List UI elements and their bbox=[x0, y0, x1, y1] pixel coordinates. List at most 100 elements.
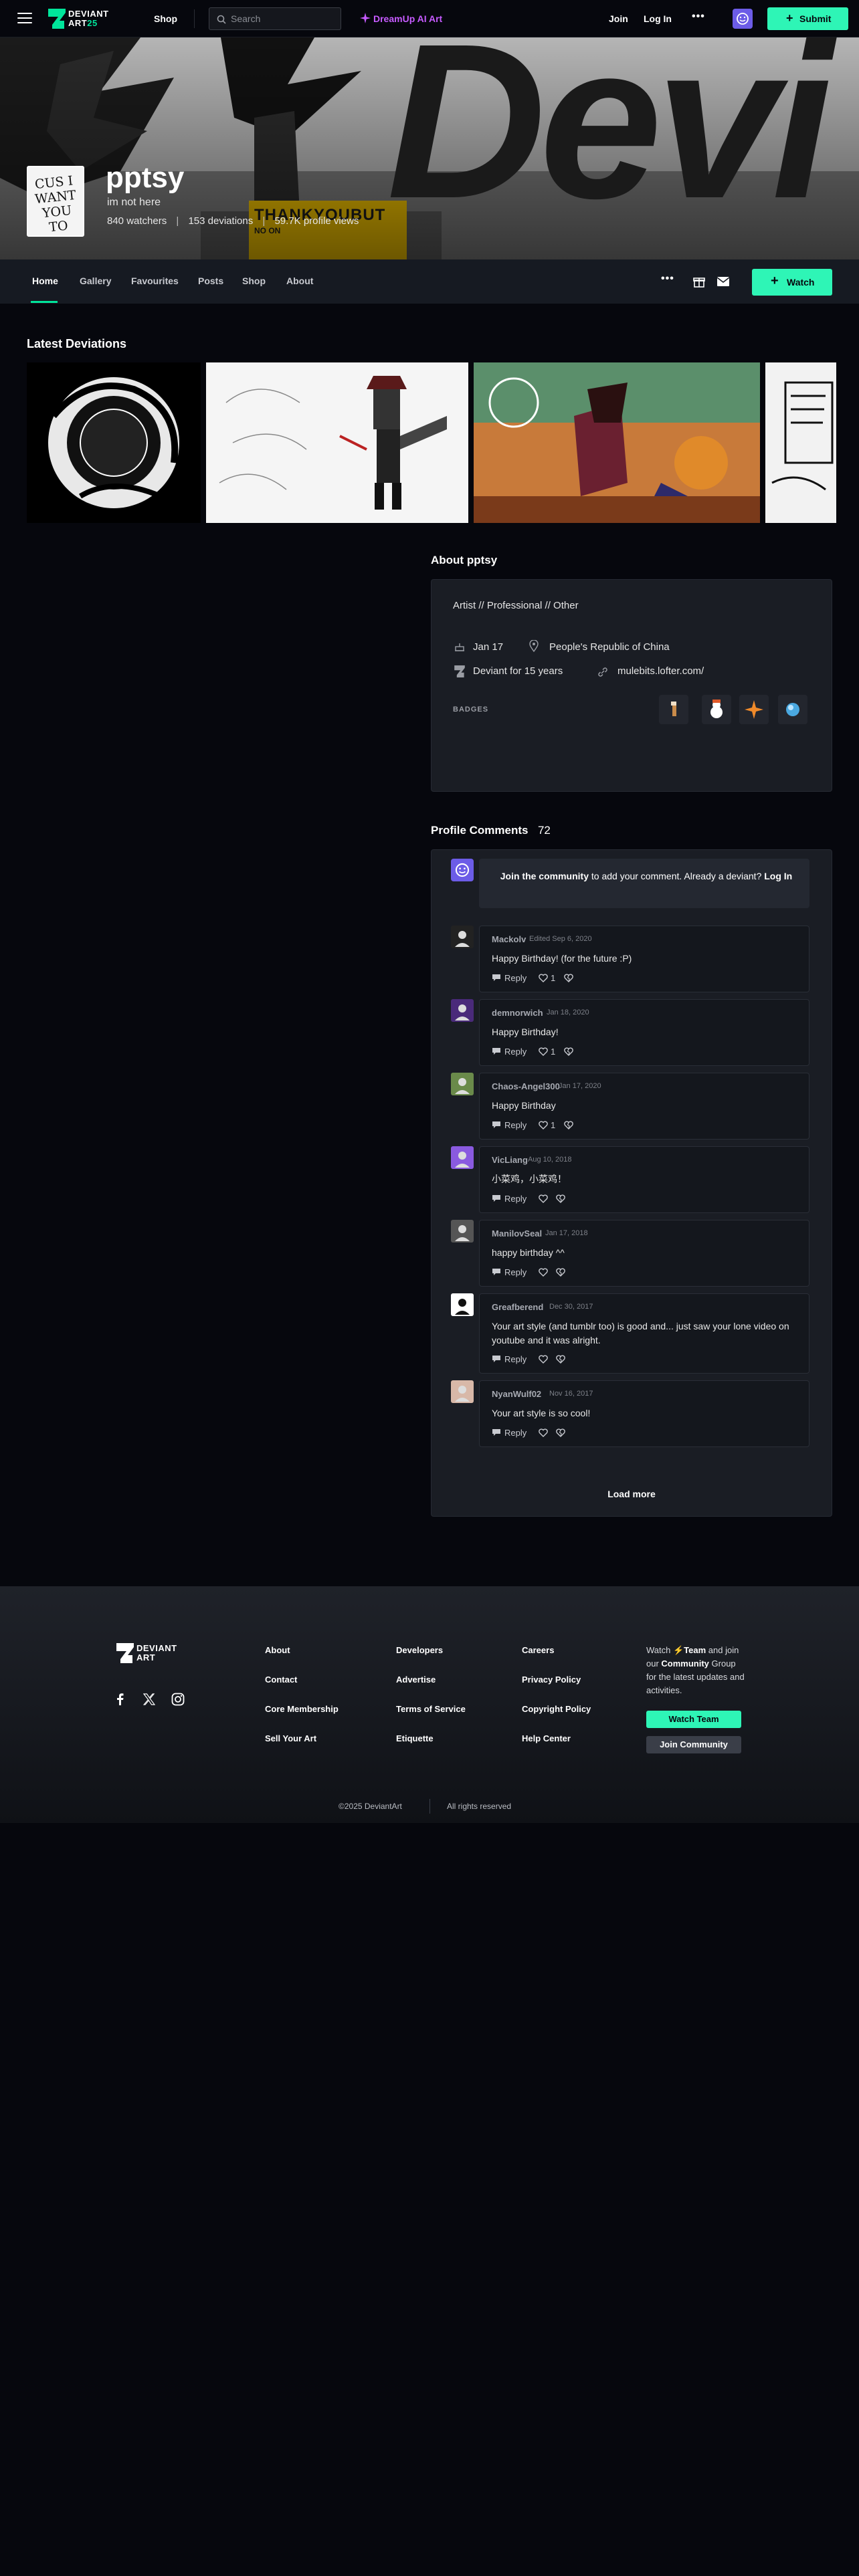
footer-link-about[interactable]: About bbox=[265, 1645, 290, 1655]
menu-icon[interactable] bbox=[17, 13, 32, 25]
tab-home[interactable]: Home bbox=[32, 276, 58, 286]
watch-button[interactable]: + Watch bbox=[752, 269, 832, 296]
reply-button[interactable]: Reply bbox=[492, 1047, 527, 1057]
comment-date[interactable]: Jan 17, 2018 bbox=[545, 1229, 588, 1237]
comment-avatar[interactable] bbox=[451, 1073, 474, 1095]
footer-link-contact[interactable]: Contact bbox=[265, 1675, 297, 1685]
badge-3[interactable] bbox=[739, 695, 769, 724]
join-link[interactable]: Join bbox=[609, 13, 628, 24]
x-twitter-icon[interactable] bbox=[143, 1693, 155, 1705]
comment-date[interactable]: Aug 10, 2018 bbox=[528, 1156, 571, 1164]
heart-icon[interactable] bbox=[539, 974, 548, 982]
comment-date[interactable]: Nov 16, 2017 bbox=[549, 1390, 593, 1398]
reply-button[interactable]: Reply bbox=[492, 1120, 527, 1130]
profile-avatar[interactable]: CUS I WANT YOU TO bbox=[27, 166, 84, 237]
comment-avatar[interactable] bbox=[451, 1380, 474, 1403]
footer-link-sell-your-art[interactable]: Sell Your Art bbox=[265, 1733, 316, 1743]
badge-1[interactable] bbox=[659, 695, 688, 724]
deviations-count[interactable]: 153 deviations bbox=[188, 215, 253, 227]
deviation-thumb-3[interactable] bbox=[474, 362, 760, 523]
comment-username[interactable]: Chaos-Angel300 bbox=[492, 1081, 560, 1091]
shop-link[interactable]: Shop bbox=[154, 13, 177, 24]
watch-team-button[interactable]: Watch Team bbox=[646, 1711, 741, 1728]
comment-username[interactable]: VicLiang bbox=[492, 1155, 528, 1165]
deviantart-logo-icon bbox=[116, 1643, 134, 1663]
footer-link-careers[interactable]: Careers bbox=[522, 1645, 554, 1655]
heart-icon[interactable] bbox=[539, 1268, 548, 1277]
heart-broken-icon[interactable] bbox=[556, 1268, 565, 1277]
comment-date[interactable]: Edited Sep 6, 2020 bbox=[529, 935, 592, 943]
login-link[interactable]: Log In bbox=[764, 871, 792, 881]
comment-avatar[interactable] bbox=[451, 926, 474, 948]
comment-date[interactable]: Jan 18, 2020 bbox=[547, 1008, 589, 1016]
heart-broken-icon[interactable] bbox=[556, 1194, 565, 1203]
heart-broken-icon[interactable] bbox=[564, 974, 573, 982]
reply-button[interactable]: Reply bbox=[492, 973, 527, 983]
deviation-thumb-2[interactable] bbox=[206, 362, 468, 523]
about-website-link[interactable]: mulebits.lofter.com/ bbox=[617, 665, 704, 677]
tab-about[interactable]: About bbox=[286, 276, 313, 286]
deviation-thumb-1[interactable] bbox=[27, 362, 201, 523]
more-icon[interactable]: ••• bbox=[692, 11, 705, 23]
search-box[interactable] bbox=[209, 7, 341, 30]
tab-posts[interactable]: Posts bbox=[198, 276, 223, 286]
footer-link-privacy[interactable]: Privacy Policy bbox=[522, 1675, 581, 1685]
tab-favourites[interactable]: Favourites bbox=[131, 276, 179, 286]
search-input[interactable] bbox=[231, 8, 338, 29]
dreamup-avatar-button[interactable] bbox=[733, 9, 753, 29]
footer-link-copyright[interactable]: Copyright Policy bbox=[522, 1704, 591, 1714]
deviantart-logo[interactable]: DEVIANT ART25 bbox=[48, 8, 128, 29]
badge-4[interactable] bbox=[778, 695, 807, 724]
badge-2[interactable] bbox=[702, 695, 731, 724]
facebook-icon[interactable] bbox=[115, 1693, 124, 1705]
comment-date[interactable]: Jan 17, 2020 bbox=[559, 1082, 601, 1090]
comment-avatar[interactable] bbox=[451, 1220, 474, 1243]
instagram-icon[interactable] bbox=[171, 1693, 185, 1706]
reply-button[interactable]: Reply bbox=[492, 1428, 527, 1438]
heart-broken-icon[interactable] bbox=[564, 1047, 573, 1056]
footer-link-core-membership[interactable]: Core Membership bbox=[265, 1704, 339, 1714]
comment-avatar[interactable] bbox=[451, 999, 474, 1022]
cta-community: Community bbox=[661, 1658, 709, 1669]
footer-link-help[interactable]: Help Center bbox=[522, 1733, 571, 1743]
heart-icon[interactable] bbox=[539, 1355, 548, 1364]
reply-button[interactable]: Reply bbox=[492, 1194, 527, 1204]
tab-gallery[interactable]: Gallery bbox=[80, 276, 111, 286]
login-link[interactable]: Log In bbox=[644, 13, 672, 24]
heart-icon[interactable] bbox=[539, 1428, 548, 1437]
comment-avatar[interactable] bbox=[451, 1293, 474, 1316]
footer-link-advertise[interactable]: Advertise bbox=[396, 1675, 436, 1685]
join-community-link[interactable]: Join the community bbox=[500, 871, 589, 881]
comment-username[interactable]: ManilovSeal bbox=[492, 1228, 542, 1239]
smile-icon bbox=[737, 13, 749, 25]
active-tab-indicator bbox=[31, 301, 58, 303]
heart-icon[interactable] bbox=[539, 1121, 548, 1130]
more-options-icon[interactable]: ••• bbox=[661, 273, 674, 285]
deviation-thumb-4[interactable] bbox=[765, 362, 836, 523]
footer-logo[interactable]: DEVIANT ART bbox=[116, 1642, 197, 1664]
heart-broken-icon[interactable] bbox=[556, 1428, 565, 1437]
reply-button[interactable]: Reply bbox=[492, 1267, 527, 1277]
mail-icon[interactable] bbox=[717, 276, 730, 287]
footer-link-etiquette[interactable]: Etiquette bbox=[396, 1733, 434, 1743]
comment-username[interactable]: demnorwich bbox=[492, 1008, 543, 1018]
watchers-count[interactable]: 840 watchers bbox=[107, 215, 167, 227]
reply-button[interactable]: Reply bbox=[492, 1354, 527, 1364]
heart-broken-icon[interactable] bbox=[564, 1121, 573, 1130]
gift-icon[interactable] bbox=[693, 276, 705, 288]
load-more-button[interactable]: Load more bbox=[431, 1489, 832, 1499]
comment-item: demnorwich Jan 18, 2020 Happy Birthday! Rep… bbox=[479, 999, 809, 1066]
comment-username[interactable]: Mackolv bbox=[492, 934, 526, 944]
comment-date[interactable]: Dec 30, 2017 bbox=[549, 1303, 593, 1311]
join-community-button[interactable]: Join Community bbox=[646, 1736, 741, 1753]
heart-broken-icon[interactable] bbox=[556, 1355, 565, 1364]
tab-shop[interactable]: Shop bbox=[242, 276, 266, 286]
comment-username[interactable]: NyanWulf02 bbox=[492, 1389, 541, 1399]
heart-icon[interactable] bbox=[539, 1194, 548, 1203]
heart-icon[interactable] bbox=[539, 1047, 548, 1056]
submit-button[interactable]: + Submit bbox=[767, 7, 848, 30]
footer-link-developers[interactable]: Developers bbox=[396, 1645, 443, 1655]
footer-link-terms[interactable]: Terms of Service bbox=[396, 1704, 466, 1714]
comment-avatar[interactable] bbox=[451, 1146, 474, 1169]
comment-username[interactable]: Greafberend bbox=[492, 1302, 543, 1312]
